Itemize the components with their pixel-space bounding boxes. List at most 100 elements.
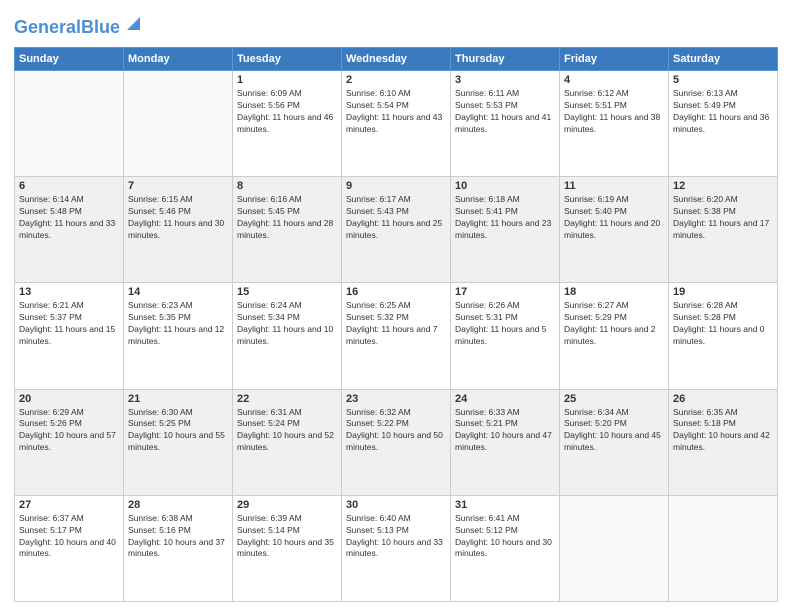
calendar-day-cell: 20 Sunrise: 6:29 AM Sunset: 5:26 PM Dayli…	[15, 389, 124, 495]
calendar-day-cell: 25Sunrise: 6:34 AM Sunset: 5:20 PM Dayli…	[560, 389, 669, 495]
calendar-day-cell: 10 Sunrise: 6:18 AM Sunset: 5:41 PM Dayli…	[451, 177, 560, 283]
day-info: Sunrise: 6:41 AM Sunset: 5:12 PM Dayligh…	[455, 513, 555, 561]
day-info: Sunrise: 6:23 AM Sunset: 5:35 PM Dayligh…	[128, 300, 228, 348]
calendar-day-cell: 1 Sunrise: 6:09 AM Sunset: 5:56 PM Daylig…	[233, 71, 342, 177]
calendar-day-cell: 23Sunrise: 6:32 AM Sunset: 5:22 PM Dayli…	[342, 389, 451, 495]
calendar-day-cell: 30 Sunrise: 6:40 AM Sunset: 5:13 PM Dayli…	[342, 495, 451, 601]
calendar-day-cell: 18Sunrise: 6:27 AM Sunset: 5:29 PM Dayli…	[560, 283, 669, 389]
day-info: Sunrise: 6:12 AM Sunset: 5:51 PM Dayligh…	[564, 88, 664, 136]
day-info: Sunrise: 6:19 AM Sunset: 5:40 PM Dayligh…	[564, 194, 664, 242]
logo-text: GeneralBlue	[14, 18, 120, 36]
day-number: 5	[673, 74, 773, 86]
weekday-header-cell: Sunday	[15, 48, 124, 71]
day-info: Sunrise: 6:34 AM Sunset: 5:20 PM Dayligh…	[564, 407, 664, 455]
calendar-day-cell: 27 Sunrise: 6:37 AM Sunset: 5:17 PM Dayli…	[15, 495, 124, 601]
day-number: 21	[128, 393, 228, 405]
calendar-day-cell: 3 Sunrise: 6:11 AM Sunset: 5:53 PM Daylig…	[451, 71, 560, 177]
day-number: 11	[564, 180, 664, 192]
day-number: 20	[19, 393, 119, 405]
calendar-day-cell: 4 Sunrise: 6:12 AM Sunset: 5:51 PM Daylig…	[560, 71, 669, 177]
day-number: 19	[673, 286, 773, 298]
calendar-week-row: 20 Sunrise: 6:29 AM Sunset: 5:26 PM Dayli…	[15, 389, 778, 495]
day-number: 6	[19, 180, 119, 192]
day-number: 31	[455, 499, 555, 511]
calendar-day-cell: 17 Sunrise: 6:26 AM Sunset: 5:31 PM Dayli…	[451, 283, 560, 389]
weekday-header-cell: Saturday	[669, 48, 778, 71]
weekday-header-cell: Wednesday	[342, 48, 451, 71]
day-number: 29	[237, 499, 337, 511]
weekday-header-cell: Thursday	[451, 48, 560, 71]
day-number: 30	[346, 499, 446, 511]
logo: GeneralBlue	[14, 10, 144, 39]
calendar-day-cell: 15 Sunrise: 6:24 AM Sunset: 5:34 PM Dayli…	[233, 283, 342, 389]
calendar-day-cell: 28Sunrise: 6:38 AM Sunset: 5:16 PM Dayli…	[124, 495, 233, 601]
calendar-day-cell	[669, 495, 778, 601]
calendar-day-cell: 21Sunrise: 6:30 AM Sunset: 5:25 PM Dayli…	[124, 389, 233, 495]
day-info: Sunrise: 6:29 AM Sunset: 5:26 PM Dayligh…	[19, 407, 119, 455]
calendar-day-cell: 26Sunrise: 6:35 AM Sunset: 5:18 PM Dayli…	[669, 389, 778, 495]
day-number: 18	[564, 286, 664, 298]
calendar-day-cell	[124, 71, 233, 177]
day-info: Sunrise: 6:26 AM Sunset: 5:31 PM Dayligh…	[455, 300, 555, 348]
day-number: 12	[673, 180, 773, 192]
day-number: 10	[455, 180, 555, 192]
day-number: 15	[237, 286, 337, 298]
day-number: 2	[346, 74, 446, 86]
calendar-table: SundayMondayTuesdayWednesdayThursdayFrid…	[14, 47, 778, 602]
weekday-header-row: SundayMondayTuesdayWednesdayThursdayFrid…	[15, 48, 778, 71]
day-info: Sunrise: 6:10 AM Sunset: 5:54 PM Dayligh…	[346, 88, 446, 136]
day-number: 4	[564, 74, 664, 86]
day-info: Sunrise: 6:09 AM Sunset: 5:56 PM Dayligh…	[237, 88, 337, 136]
day-info: Sunrise: 6:14 AM Sunset: 5:48 PM Dayligh…	[19, 194, 119, 242]
logo-icon	[122, 12, 144, 34]
day-number: 1	[237, 74, 337, 86]
calendar-day-cell	[15, 71, 124, 177]
day-number: 9	[346, 180, 446, 192]
calendar-day-cell: 11 Sunrise: 6:19 AM Sunset: 5:40 PM Dayli…	[560, 177, 669, 283]
calendar-day-cell: 14 Sunrise: 6:23 AM Sunset: 5:35 PM Dayli…	[124, 283, 233, 389]
day-info: Sunrise: 6:16 AM Sunset: 5:45 PM Dayligh…	[237, 194, 337, 242]
day-number: 3	[455, 74, 555, 86]
calendar-day-cell: 8 Sunrise: 6:16 AM Sunset: 5:45 PM Daylig…	[233, 177, 342, 283]
calendar-day-cell: 5 Sunrise: 6:13 AM Sunset: 5:49 PM Daylig…	[669, 71, 778, 177]
day-info: Sunrise: 6:37 AM Sunset: 5:17 PM Dayligh…	[19, 513, 119, 561]
calendar-day-cell: 2 Sunrise: 6:10 AM Sunset: 5:54 PM Daylig…	[342, 71, 451, 177]
calendar-day-cell: 24 Sunrise: 6:33 AM Sunset: 5:21 PM Dayli…	[451, 389, 560, 495]
calendar-day-cell: 9Sunrise: 6:17 AM Sunset: 5:43 PM Daylig…	[342, 177, 451, 283]
day-info: Sunrise: 6:38 AM Sunset: 5:16 PM Dayligh…	[128, 513, 228, 561]
day-info: Sunrise: 6:11 AM Sunset: 5:53 PM Dayligh…	[455, 88, 555, 136]
header: GeneralBlue	[14, 10, 778, 39]
calendar-week-row: 6 Sunrise: 6:14 AM Sunset: 5:48 PM Daylig…	[15, 177, 778, 283]
day-info: Sunrise: 6:15 AM Sunset: 5:46 PM Dayligh…	[128, 194, 228, 242]
weekday-header-cell: Friday	[560, 48, 669, 71]
calendar-day-cell: 19 Sunrise: 6:28 AM Sunset: 5:28 PM Dayli…	[669, 283, 778, 389]
day-info: Sunrise: 6:31 AM Sunset: 5:24 PM Dayligh…	[237, 407, 337, 455]
day-number: 14	[128, 286, 228, 298]
calendar-day-cell: 7Sunrise: 6:15 AM Sunset: 5:46 PM Daylig…	[124, 177, 233, 283]
day-number: 22	[237, 393, 337, 405]
page: GeneralBlue SundayMondayTuesdayWednesday…	[0, 0, 792, 612]
day-info: Sunrise: 6:32 AM Sunset: 5:22 PM Dayligh…	[346, 407, 446, 455]
day-info: Sunrise: 6:24 AM Sunset: 5:34 PM Dayligh…	[237, 300, 337, 348]
day-info: Sunrise: 6:20 AM Sunset: 5:38 PM Dayligh…	[673, 194, 773, 242]
day-number: 24	[455, 393, 555, 405]
day-info: Sunrise: 6:28 AM Sunset: 5:28 PM Dayligh…	[673, 300, 773, 348]
day-number: 16	[346, 286, 446, 298]
day-info: Sunrise: 6:18 AM Sunset: 5:41 PM Dayligh…	[455, 194, 555, 242]
day-info: Sunrise: 6:33 AM Sunset: 5:21 PM Dayligh…	[455, 407, 555, 455]
calendar-day-cell: 12 Sunrise: 6:20 AM Sunset: 5:38 PM Dayli…	[669, 177, 778, 283]
calendar-day-cell: 22 Sunrise: 6:31 AM Sunset: 5:24 PM Dayli…	[233, 389, 342, 495]
day-info: Sunrise: 6:21 AM Sunset: 5:37 PM Dayligh…	[19, 300, 119, 348]
day-info: Sunrise: 6:13 AM Sunset: 5:49 PM Dayligh…	[673, 88, 773, 136]
day-number: 17	[455, 286, 555, 298]
day-info: Sunrise: 6:40 AM Sunset: 5:13 PM Dayligh…	[346, 513, 446, 561]
day-number: 27	[19, 499, 119, 511]
weekday-header-cell: Tuesday	[233, 48, 342, 71]
logo-blue: Blue	[81, 17, 120, 37]
calendar-day-cell	[560, 495, 669, 601]
calendar-week-row: 13Sunrise: 6:21 AM Sunset: 5:37 PM Dayli…	[15, 283, 778, 389]
calendar-day-cell: 31 Sunrise: 6:41 AM Sunset: 5:12 PM Dayli…	[451, 495, 560, 601]
calendar-day-cell: 6 Sunrise: 6:14 AM Sunset: 5:48 PM Daylig…	[15, 177, 124, 283]
day-number: 8	[237, 180, 337, 192]
weekday-header-cell: Monday	[124, 48, 233, 71]
